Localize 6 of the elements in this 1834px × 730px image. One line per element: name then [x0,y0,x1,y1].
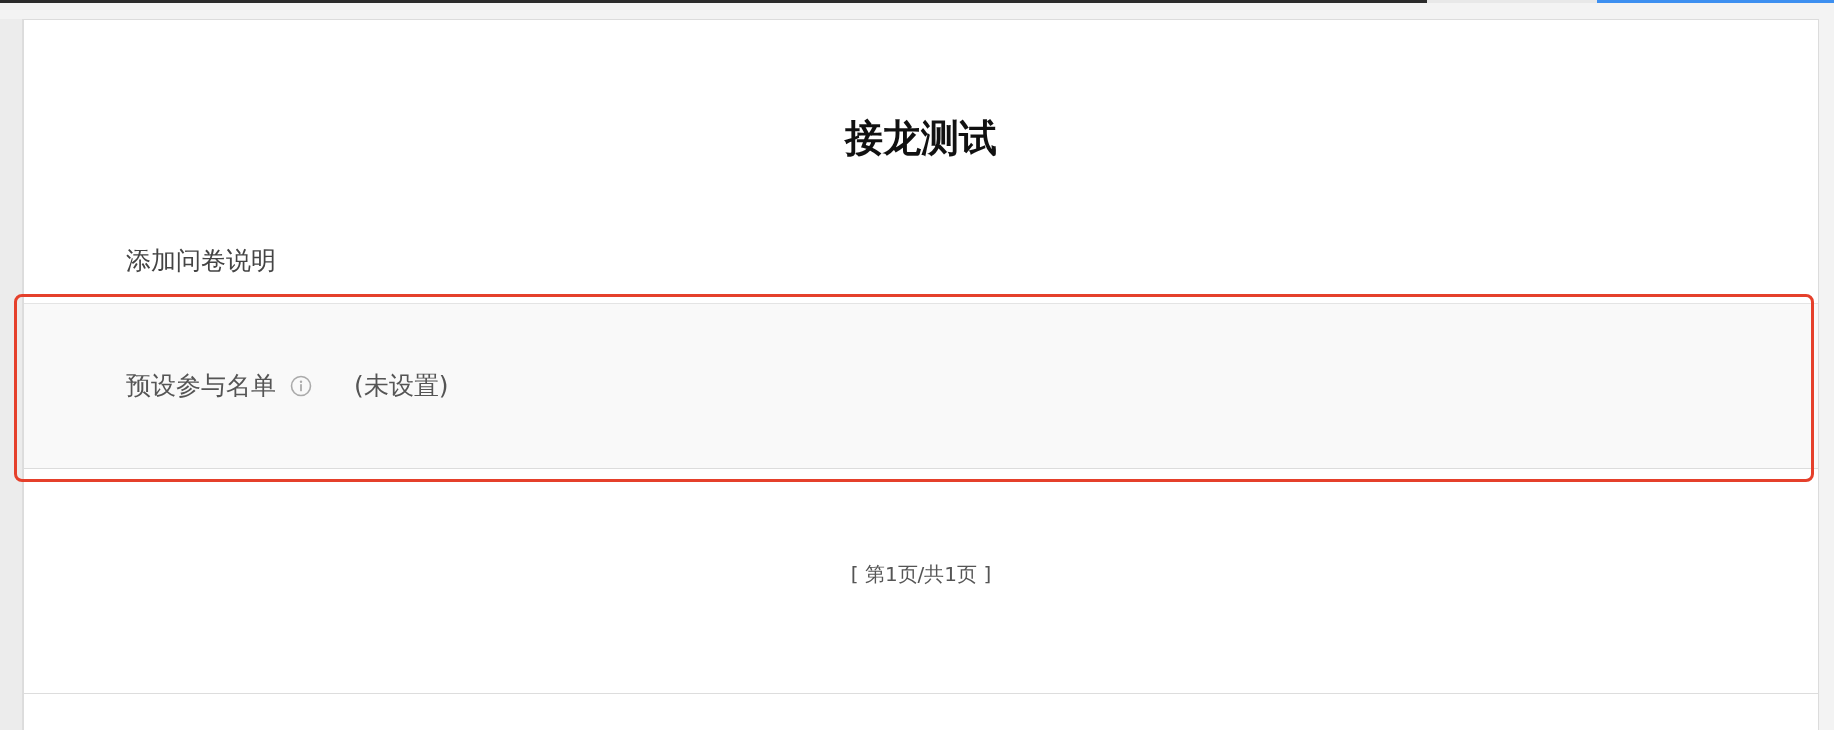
field-value: (未设置) [354,370,449,403]
survey-title: 接龙测试 [843,115,998,162]
survey-description[interactable]: 添加问卷说明 [126,245,276,275]
page-indicator: [ 第1页/共1页 ] [849,561,993,589]
info-icon[interactable] [290,375,312,398]
field-label: 预设参与名单 [126,370,276,403]
